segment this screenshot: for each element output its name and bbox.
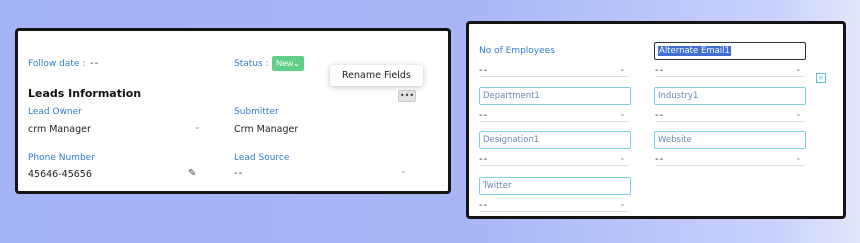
lead-source-label: Lead Source bbox=[234, 153, 290, 163]
clipped-top-text: · · · · bbox=[657, 21, 675, 27]
chevron-down-icon: ⌄ bbox=[293, 58, 301, 68]
status-dropdown-button[interactable]: New⌄ bbox=[272, 56, 305, 71]
more-options-button[interactable]: ••• bbox=[398, 90, 416, 102]
department-underline bbox=[479, 121, 629, 122]
website-underline bbox=[655, 165, 805, 166]
chevron-down-icon[interactable]: ⌄ bbox=[194, 122, 201, 131]
chevron-down-icon[interactable]: ⌄ bbox=[619, 109, 626, 118]
follow-date-label: Follow date : bbox=[28, 59, 86, 69]
submitter-label: Submitter bbox=[234, 107, 279, 117]
alternate-email-selected-text: Alternate Email1 bbox=[658, 46, 731, 56]
lead-owner-value[interactable]: crm Manager bbox=[28, 124, 91, 135]
industry-dropdown-value[interactable]: -- bbox=[655, 110, 664, 121]
chevron-down-icon[interactable]: ⌄ bbox=[619, 64, 626, 73]
lead-source-value[interactable]: -- bbox=[234, 168, 243, 179]
website-dropdown-value[interactable]: -- bbox=[655, 154, 664, 165]
status-value: New bbox=[276, 58, 294, 68]
lead-fields-panel: · · · · No of Employees -- ⌄ Alternate E… bbox=[466, 21, 846, 219]
leads-info-panel: Follow date : -- Status : New⌄ Rename Fi… bbox=[15, 28, 451, 194]
twitter-input[interactable]: Twitter bbox=[479, 177, 631, 195]
edit-icon[interactable]: ✎ bbox=[188, 168, 196, 179]
alternate-email-underline bbox=[655, 76, 805, 77]
employees-underline bbox=[479, 76, 629, 77]
follow-date-value: -- bbox=[90, 58, 100, 69]
phone-number-value: 45646-45656 bbox=[28, 169, 92, 180]
section-title: Leads Information bbox=[28, 87, 142, 100]
department-dropdown-value[interactable]: -- bbox=[479, 110, 488, 121]
rename-fields-menu-item[interactable]: Rename Fields bbox=[330, 65, 423, 86]
chevron-down-icon[interactable]: ⌄ bbox=[400, 166, 407, 175]
employees-value[interactable]: -- bbox=[479, 65, 488, 76]
submitter-value: Crm Manager bbox=[234, 124, 299, 135]
status-label: Status : bbox=[234, 59, 269, 69]
twitter-dropdown-value[interactable]: -- bbox=[479, 200, 488, 211]
close-icon[interactable]: × bbox=[816, 73, 826, 83]
chevron-down-icon[interactable]: ⌄ bbox=[795, 64, 802, 73]
designation-input[interactable]: Designation1 bbox=[479, 131, 631, 149]
website-input[interactable]: Website bbox=[654, 131, 806, 149]
chevron-down-icon[interactable]: ⌄ bbox=[795, 109, 802, 118]
department-input[interactable]: Department1 bbox=[479, 87, 631, 105]
designation-underline bbox=[479, 165, 629, 166]
phone-number-label: Phone Number bbox=[28, 153, 95, 163]
alternate-email-input[interactable]: Alternate Email1 bbox=[654, 42, 806, 60]
employees-label: No of Employees bbox=[479, 46, 555, 56]
designation-dropdown-value[interactable]: -- bbox=[479, 154, 488, 165]
lead-owner-label: Lead Owner bbox=[28, 107, 82, 117]
industry-input[interactable]: Industry1 bbox=[654, 87, 806, 105]
industry-underline bbox=[655, 121, 805, 122]
chevron-down-icon[interactable]: ⌄ bbox=[619, 199, 626, 208]
alternate-email-dropdown-value[interactable]: -- bbox=[655, 65, 664, 76]
chevron-down-icon[interactable]: ⌄ bbox=[619, 153, 626, 162]
twitter-underline bbox=[479, 211, 629, 212]
chevron-down-icon[interactable]: ⌄ bbox=[795, 153, 802, 162]
